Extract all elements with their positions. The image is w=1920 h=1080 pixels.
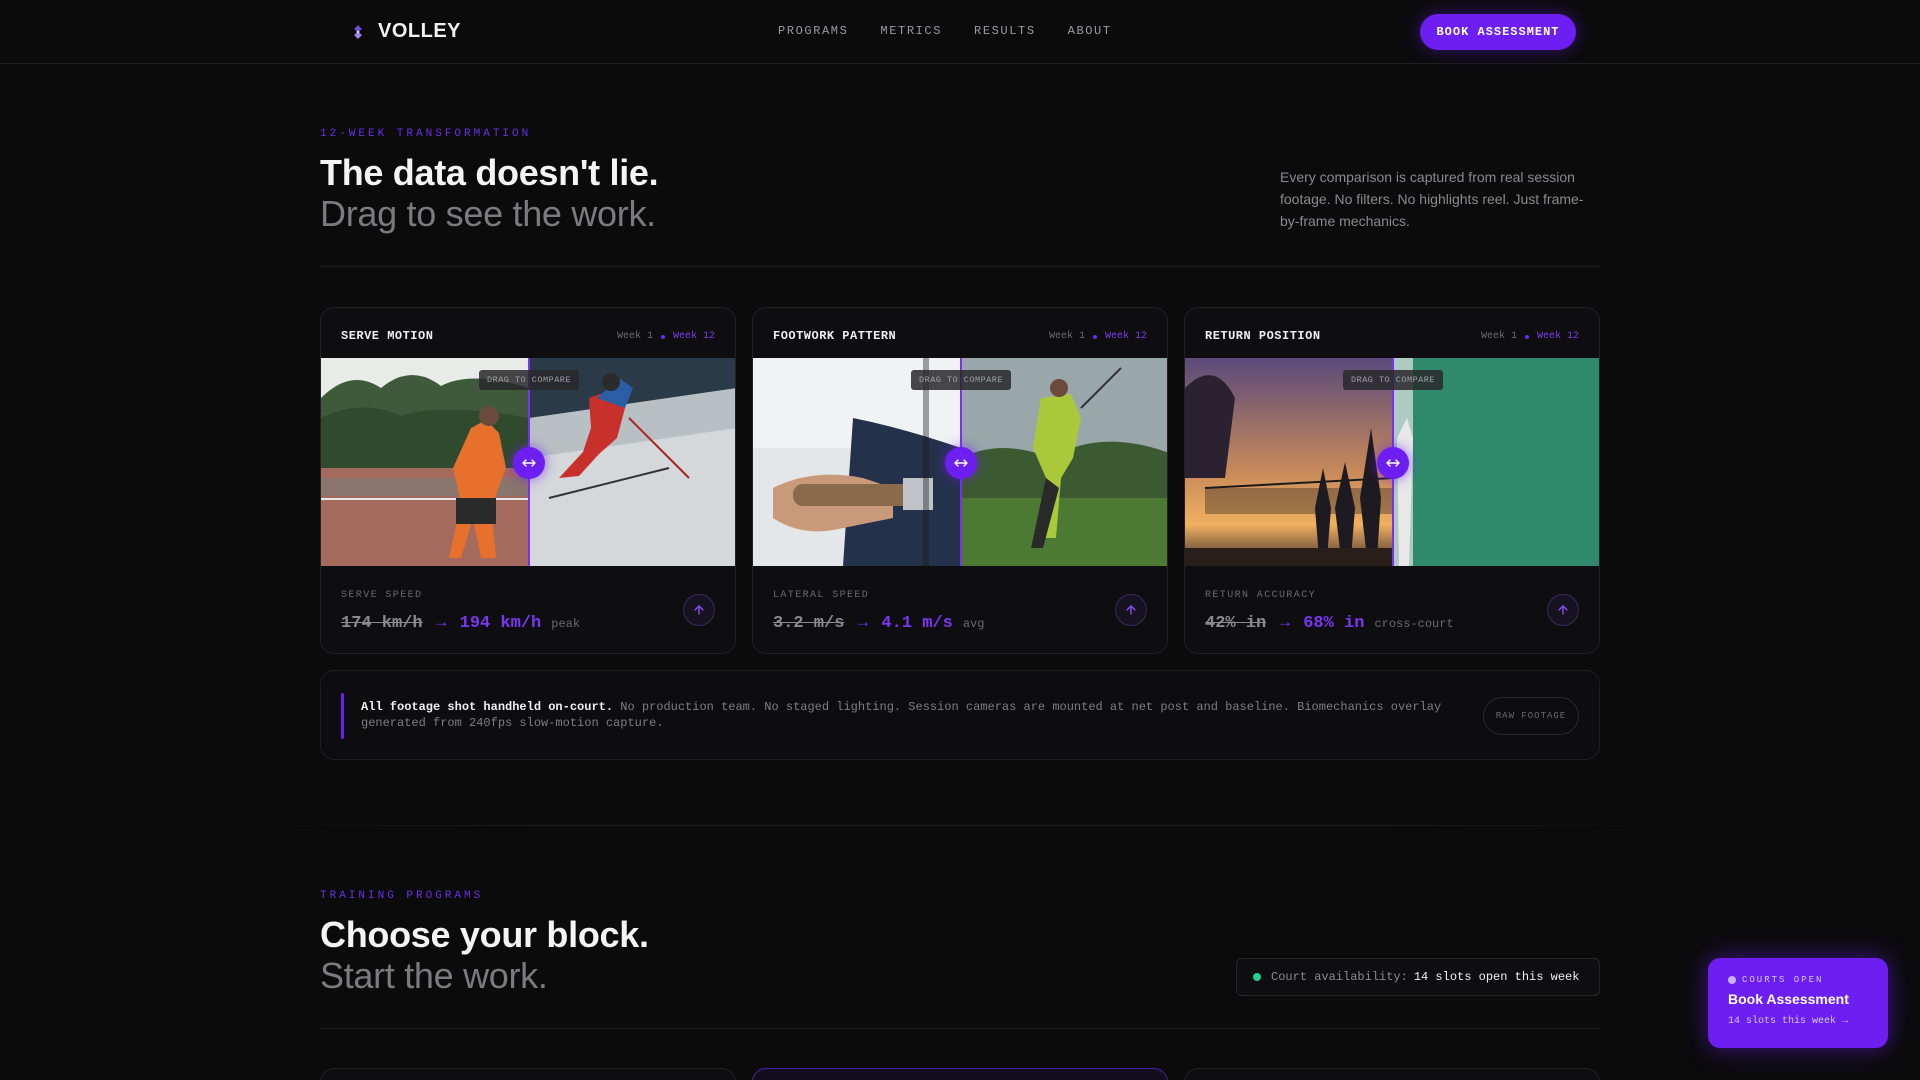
brand-logo[interactable]: VOLLEY [350, 20, 461, 43]
drag-to-compare-tag: DRAG TO COMPARE [1343, 370, 1444, 390]
week-after-label: Week 12 [672, 331, 715, 342]
card-header: FOOTWORK PATTERN Week 1 Week 12 [753, 308, 1167, 358]
trend-up-button[interactable] [1115, 594, 1147, 626]
program-card[interactable] [1184, 1068, 1600, 1080]
volley-logo-icon [354, 24, 362, 39]
comparison-slider[interactable]: DRAG TO COMPARE [1185, 358, 1599, 566]
availability-status-dot [1253, 973, 1261, 981]
hero-intro: Every comparison is captured from real s… [1280, 169, 1584, 229]
metric-after: 4.1 m/s [881, 614, 953, 633]
metric-values: 3.2 m/s → 4.1 m/s avg [773, 612, 984, 633]
card-header: SERVE MOTION Week 1 Week 12 [321, 308, 735, 358]
arrow-right-icon: → [854, 612, 872, 631]
main-nav: PROGRAMS METRICS RESULTS ABOUT [778, 24, 1112, 38]
card-title: RETURN POSITION [1205, 329, 1321, 343]
metric-unit: cross-court [1374, 617, 1454, 631]
metric-before: 42% in [1205, 614, 1267, 633]
comparison-card-footwork-pattern: FOOTWORK PATTERN Week 1 Week 12 DRAG TO … [752, 307, 1168, 654]
note-emphasis: All footage shot handheld on-court. [361, 700, 614, 714]
drag-handle[interactable] [1377, 447, 1409, 479]
trend-up-button[interactable] [1547, 594, 1579, 626]
section-divider [320, 266, 1600, 267]
compare-arrows-icon [1386, 459, 1400, 467]
float-header: COURTS OPEN [1728, 975, 1823, 985]
metric-values: 174 km/h → 194 km/h peak [341, 612, 580, 633]
float-title: Book Assessment [1728, 991, 1849, 1007]
program-card-featured[interactable] [752, 1068, 1168, 1080]
week-separator-dot [660, 334, 665, 339]
availability-value: 14 slots open this week [1413, 970, 1580, 984]
note-accent-bar [341, 693, 344, 739]
float-eyebrow: COURTS OPEN [1742, 975, 1824, 985]
brand-name: VOLLEY [378, 20, 462, 42]
courts-open-dot [1728, 976, 1736, 984]
hero-subtitle: Drag to see the work. [320, 193, 656, 234]
nav-link-about[interactable]: ABOUT [1068, 24, 1112, 38]
book-assessment-button[interactable]: BOOK ASSESSMENT [1420, 14, 1576, 50]
arrow-up-icon [1558, 605, 1568, 615]
comparison-card-serve-motion: SERVE MOTION Week 1 Week 12 DRAG TO COMP… [320, 307, 736, 654]
metric-unit: avg [962, 617, 985, 631]
drag-to-compare-tag: DRAG TO COMPARE [479, 370, 580, 390]
metric-label: SERVE SPEED [341, 590, 423, 601]
nav-link-programs[interactable]: PROGRAMS [778, 24, 848, 38]
hero-eyebrow: 12-WEEK TRANSFORMATION [320, 128, 532, 140]
card-title: SERVE MOTION [341, 329, 434, 343]
week-after-label: Week 12 [1104, 331, 1147, 342]
drag-to-compare-tag: DRAG TO COMPARE [911, 370, 1012, 390]
metric-values: 42% in → 68% in cross-court [1205, 612, 1454, 633]
metric-label: RETURN ACCURACY [1205, 590, 1317, 601]
arrow-up-icon [694, 605, 704, 615]
programs-eyebrow: TRAINING PROGRAMS [320, 890, 484, 902]
metric-before: 3.2 m/s [773, 614, 845, 633]
week-separator-dot [1092, 334, 1097, 339]
week-before-label: Week 1 [1048, 331, 1085, 342]
comparison-card-return-position: RETURN POSITION Week 1 Week 12 DRAG TO C… [1184, 307, 1600, 654]
card-header: RETURN POSITION Week 1 Week 12 [1185, 308, 1599, 358]
arrow-right-icon: → [1276, 612, 1294, 631]
nav-link-metrics[interactable]: METRICS [880, 24, 942, 38]
court-availability: Court availability: 14 slots open this w… [1236, 958, 1600, 996]
footage-note: All footage shot handheld on-court. No p… [320, 670, 1600, 760]
card-title: FOOTWORK PATTERN [773, 329, 897, 343]
week-after-label: Week 12 [1536, 331, 1579, 342]
compare-arrows-icon [522, 459, 536, 467]
hero-title: The data doesn't lie. [320, 152, 659, 193]
compare-arrows-icon [954, 459, 968, 467]
week-range: Week 1 Week 12 [617, 331, 715, 342]
section-separator [250, 825, 1670, 826]
comparison-slider[interactable]: DRAG TO COMPARE [321, 358, 735, 566]
week-before-label: Week 1 [616, 331, 653, 342]
programs-divider [320, 1028, 1600, 1029]
comparison-slider[interactable]: DRAG TO COMPARE [753, 358, 1167, 566]
programs-subtitle: Start the work. [320, 955, 548, 996]
program-card[interactable] [320, 1068, 736, 1080]
floating-book-assessment[interactable]: COURTS OPEN Book Assessment 14 slots thi… [1708, 958, 1888, 1048]
week-range: Week 1 Week 12 [1481, 331, 1579, 342]
programs-title: Choose your block. [320, 914, 649, 955]
availability-label: Court availability: [1271, 970, 1408, 984]
week-separator-dot [1524, 334, 1529, 339]
drag-handle[interactable] [513, 447, 545, 479]
metric-unit: peak [551, 617, 581, 631]
note-text: All footage shot handheld on-court. No p… [361, 699, 1451, 731]
metric-before: 174 km/h [341, 614, 423, 633]
metric-label: LATERAL SPEED [773, 590, 870, 601]
week-range: Week 1 Week 12 [1049, 331, 1147, 342]
week-before-label: Week 1 [1480, 331, 1517, 342]
trend-up-button[interactable] [683, 594, 715, 626]
drag-handle[interactable] [945, 447, 977, 479]
arrow-right-icon: → [432, 612, 450, 631]
float-subtitle: 14 slots this week → [1728, 1016, 1849, 1027]
arrow-up-icon [1126, 605, 1136, 615]
metric-after: 194 km/h [459, 614, 542, 633]
raw-footage-button[interactable]: RAW FOOTAGE [1483, 697, 1579, 735]
metric-after: 68% in [1303, 614, 1365, 633]
top-nav: VOLLEY PROGRAMS METRICS RESULTS ABOUT BO… [0, 0, 1920, 64]
nav-link-results[interactable]: RESULTS [974, 24, 1036, 38]
